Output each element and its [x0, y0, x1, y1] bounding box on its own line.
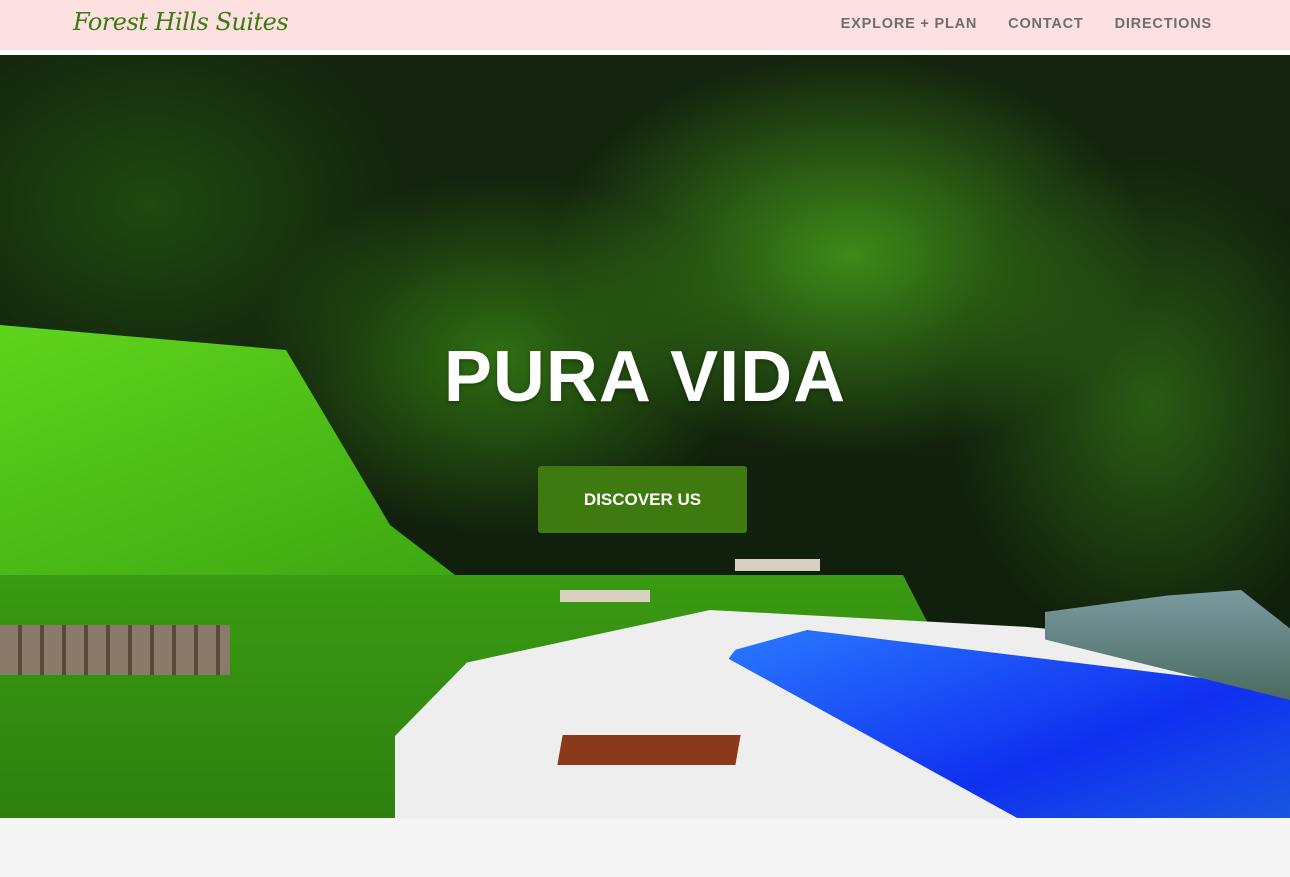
nav-directions[interactable]: DIRECTIONS [1115, 16, 1212, 32]
patio-table [735, 559, 820, 571]
logo[interactable]: Forest Hills Suites [73, 8, 289, 36]
nav-contact[interactable]: CONTACT [1008, 16, 1083, 32]
hero-title: PURA VIDA [443, 337, 847, 417]
nav-explore-plan[interactable]: EXPLORE + PLAN [841, 16, 978, 32]
top-nav: Forest Hills Suites EXPLORE + PLAN CONTA… [0, 0, 1290, 50]
nav-menu: EXPLORE + PLAN CONTACT DIRECTIONS [841, 16, 1212, 32]
discover-us-button[interactable]: DISCOVER US [538, 466, 747, 533]
deck-chair [557, 735, 741, 765]
stone-wall [0, 625, 230, 675]
patio-table [560, 590, 650, 602]
hero-image [0, 55, 1290, 818]
